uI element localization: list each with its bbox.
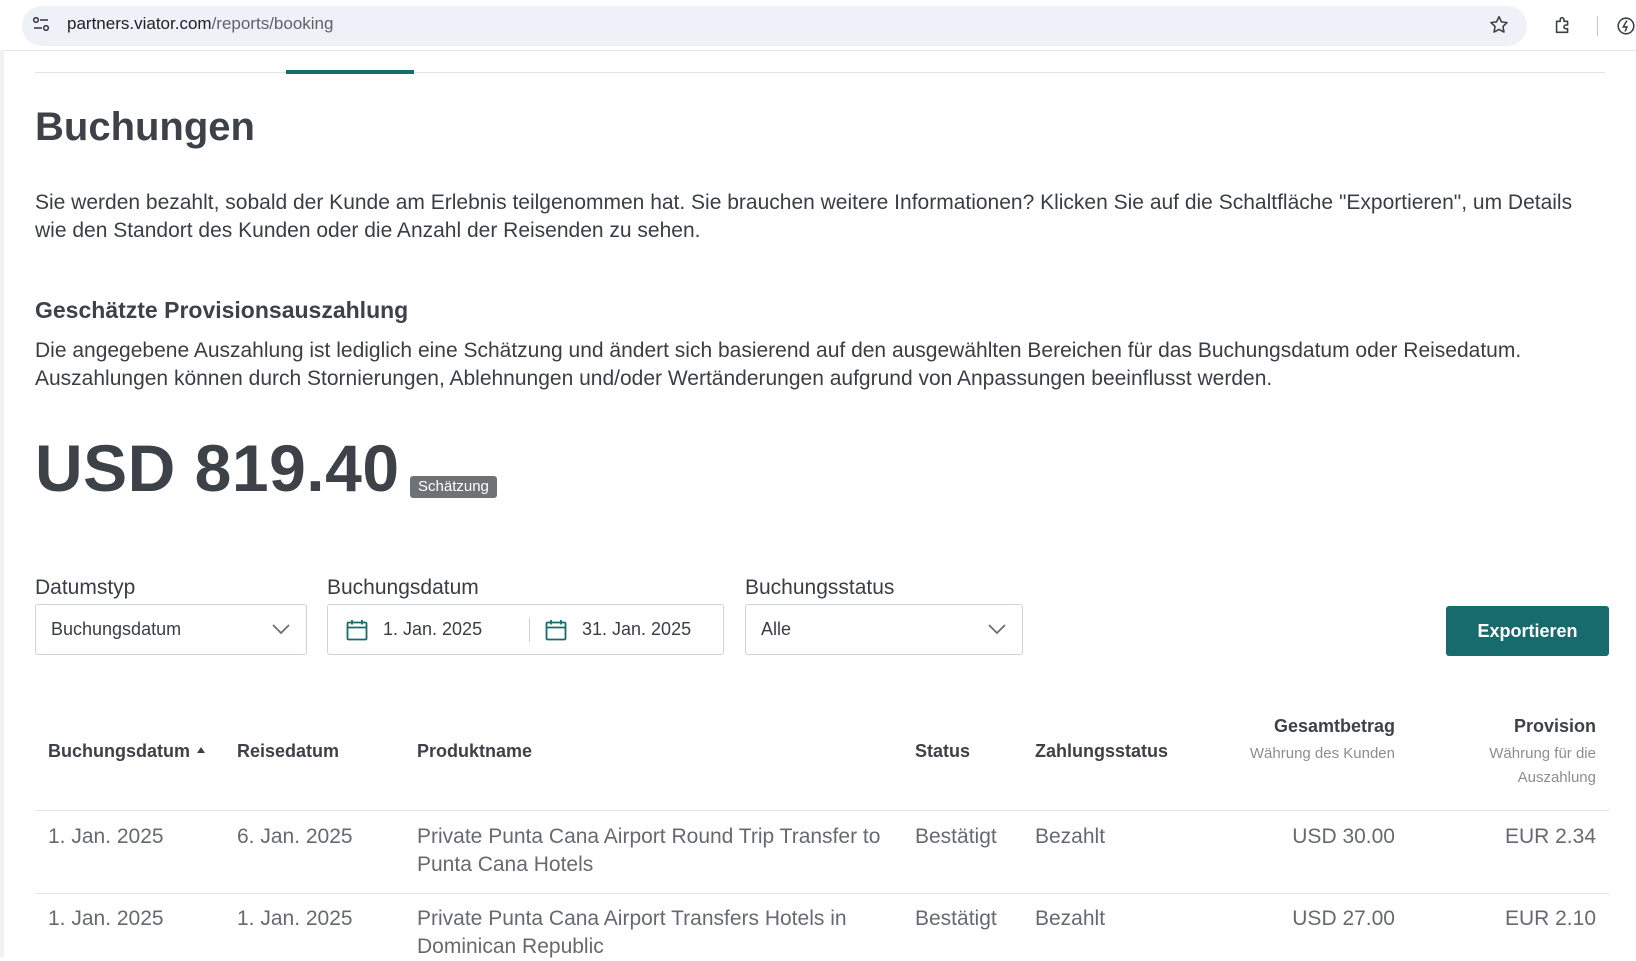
url-path: /reports/booking [211, 14, 334, 33]
estimate-badge: Schätzung [410, 476, 497, 498]
cell-status: Bestätigt [915, 825, 997, 848]
col-travel-date[interactable]: Reisedatum [237, 741, 339, 762]
col-product-name[interactable]: Produktname [417, 741, 532, 762]
col-commission[interactable]: Provision [1514, 716, 1596, 737]
table-header-divider [35, 810, 1609, 811]
chevron-down-icon [272, 624, 290, 635]
page-title: Buchungen [35, 105, 255, 149]
cell-total: USD 27.00 [1292, 907, 1395, 930]
payout-description: Die angegebene Auszahlung ist lediglich … [35, 339, 1522, 390]
chevron-down-icon [988, 624, 1006, 635]
date-type-label: Datumstyp [35, 576, 136, 599]
cell-payment-status: Bezahlt [1035, 907, 1106, 930]
date-range-picker[interactable]: 1. Jan. 2025 31. Jan. 2025 [327, 604, 724, 655]
cell-booking-date: 1. Jan. 2025 [48, 907, 164, 930]
booking-date-label: Buchungsdatum [327, 576, 479, 599]
col-commission-subtitle: Währung für die Auszahlung [1489, 745, 1596, 786]
cell-travel-date: 6. Jan. 2025 [237, 825, 353, 848]
site-settings-icon[interactable] [32, 15, 50, 33]
date-to-value[interactable]: 31. Jan. 2025 [582, 619, 691, 640]
col-booking-date[interactable]: Buchungsdatum [48, 741, 205, 762]
calendar-icon[interactable] [345, 618, 369, 642]
col-total[interactable]: Gesamtbetrag [1274, 716, 1395, 737]
cell-commission: EUR 2.34 [1504, 825, 1596, 848]
bookmark-star-icon[interactable] [1488, 14, 1510, 36]
performance-icon[interactable] [1615, 15, 1636, 37]
cell-commission: EUR 2.10 [1504, 907, 1596, 930]
col-status[interactable]: Status [915, 741, 970, 762]
col-payment-status[interactable]: Zahlungsstatus [1035, 741, 1168, 762]
booking-status-value: Alle [761, 619, 792, 639]
cell-booking-date: 1. Jan. 2025 [48, 825, 164, 848]
calendar-icon[interactable] [544, 618, 568, 642]
booking-status-label: Buchungsstatus [745, 576, 895, 599]
booking-status-select[interactable]: Alle [745, 604, 1023, 655]
payout-section-title: Geschätzte Provisionsauszahlung [35, 297, 409, 323]
cell-total: USD 30.00 [1292, 825, 1395, 848]
cell-product-name[interactable]: Private Punta Cana Airport Transfers Hot… [417, 905, 887, 961]
cell-status: Bestätigt [915, 907, 997, 930]
tab-active-indicator [286, 70, 414, 74]
url-host: partners.viator.com [67, 14, 212, 33]
tab-bar-divider [35, 72, 1605, 73]
sort-ascending-icon [197, 747, 205, 754]
browser-toolbar: partners.viator.com/reports/booking [0, 0, 1636, 51]
extensions-icon[interactable] [1552, 14, 1574, 36]
page-edge [0, 50, 4, 957]
export-button[interactable]: Exportieren [1446, 606, 1609, 656]
cell-travel-date: 1. Jan. 2025 [237, 907, 353, 930]
cell-payment-status: Bezahlt [1035, 825, 1106, 848]
payout-amount: USD 819.40 [35, 431, 400, 505]
date-type-select[interactable]: Buchungsdatum [35, 604, 307, 655]
row-divider [35, 893, 1609, 894]
date-range-divider [529, 618, 530, 642]
date-from-value[interactable]: 1. Jan. 2025 [383, 619, 482, 640]
url-text[interactable]: partners.viator.com/reports/booking [67, 14, 333, 34]
toolbar-separator [1597, 16, 1598, 36]
cell-product-name[interactable]: Private Punta Cana Airport Round Trip Tr… [417, 823, 887, 879]
col-total-subtitle: Währung des Kunden [1249, 745, 1395, 762]
col-booking-date-label: Buchungsdatum [48, 741, 190, 761]
intro-text: Sie werden bezahlt, sobald der Kunde am … [35, 191, 1573, 242]
date-type-value: Buchungsdatum [51, 619, 182, 639]
